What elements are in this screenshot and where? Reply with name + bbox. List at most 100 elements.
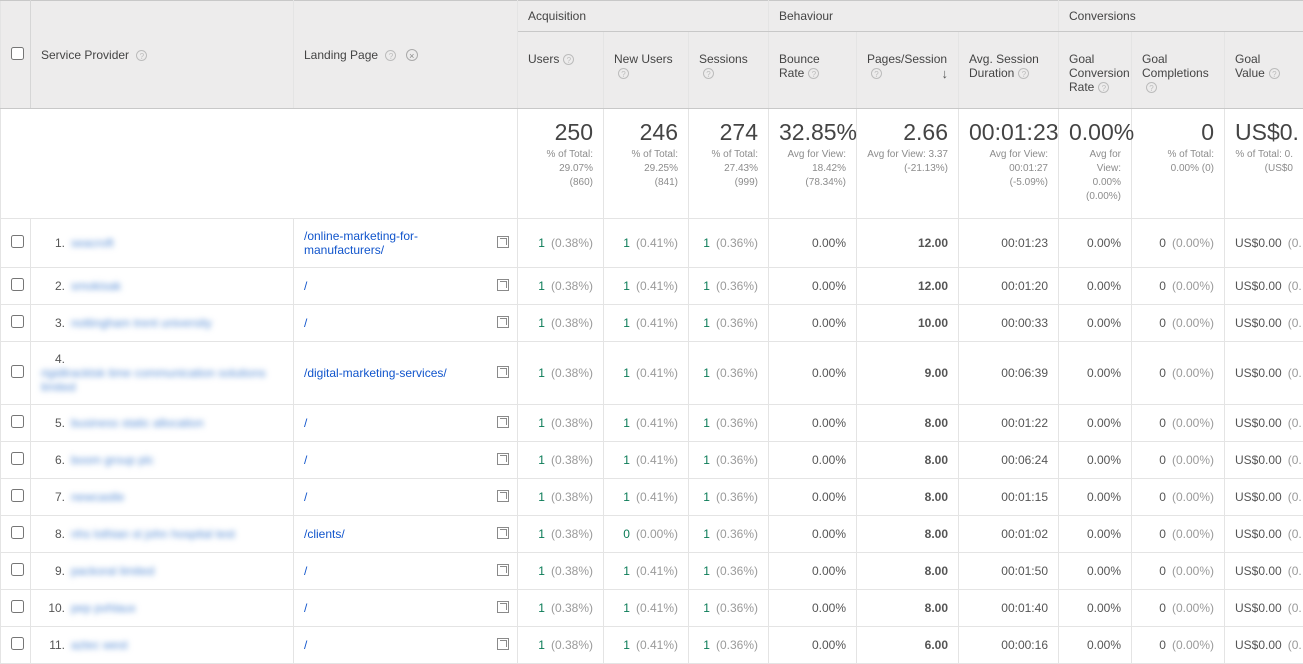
help-icon[interactable]: ?: [871, 68, 882, 79]
help-icon[interactable]: ?: [563, 54, 574, 65]
help-icon[interactable]: ?: [618, 68, 629, 79]
cell-sessions: 1: [703, 527, 710, 541]
landing-page-link[interactable]: /: [304, 638, 307, 652]
service-provider-link[interactable]: pep pvhlaux: [71, 601, 136, 615]
cell-bounce-rate: 0.00%: [812, 236, 846, 250]
open-external-icon[interactable]: [497, 316, 509, 331]
row-checkbox[interactable]: [11, 526, 24, 539]
cell-pages-session: 8.00: [925, 564, 948, 578]
open-external-icon[interactable]: [497, 490, 509, 505]
cell-users: 1: [538, 316, 545, 330]
cell-new-users: 1: [623, 279, 630, 293]
service-provider-link[interactable]: rigidtracktsk time communication solutio…: [41, 366, 283, 394]
landing-page-link[interactable]: /: [304, 316, 307, 330]
help-icon[interactable]: ?: [703, 68, 714, 79]
cell-goal-conversion-rate: 0.00%: [1087, 564, 1121, 578]
service-provider-link[interactable]: packoral limited: [71, 564, 154, 578]
service-provider-link[interactable]: smokisak: [71, 279, 121, 293]
open-external-icon[interactable]: [497, 638, 509, 653]
summary-goal-value: US$0.: [1235, 119, 1293, 146]
landing-page-link[interactable]: /: [304, 601, 307, 615]
row-checkbox[interactable]: [11, 489, 24, 502]
service-provider-link[interactable]: nottingham trent university: [71, 316, 212, 330]
open-external-icon[interactable]: [497, 236, 509, 251]
cell-goal-completions: 0: [1159, 527, 1166, 541]
open-external-icon[interactable]: [497, 416, 509, 431]
cell-pages-session: 8.00: [925, 527, 948, 541]
col-header-service-provider[interactable]: Service Provider: [41, 48, 129, 62]
landing-page-link[interactable]: /digital-marketing-services/: [304, 366, 447, 380]
cell-goal-value: US$0.00: [1235, 490, 1282, 504]
cell-sessions: 1: [703, 564, 710, 578]
cell-users: 1: [538, 564, 545, 578]
help-icon[interactable]: ?: [136, 50, 147, 61]
col-header-goal-value[interactable]: Goal Value?: [1225, 32, 1303, 109]
table-row: 11.aztec west/1(0.38%)1(0.41%)1(0.36%)0.…: [1, 627, 1303, 664]
row-checkbox[interactable]: [11, 278, 24, 291]
landing-page-link[interactable]: /: [304, 564, 307, 578]
analytics-table: Service Provider ? Landing Page ? × Acqu…: [0, 0, 1303, 664]
row-checkbox[interactable]: [11, 315, 24, 328]
cell-bounce-rate: 0.00%: [812, 601, 846, 615]
help-icon[interactable]: ?: [808, 68, 819, 79]
open-external-icon[interactable]: [497, 366, 509, 381]
col-header-goal-conversion-rate[interactable]: Goal Conversion Rate?: [1059, 32, 1132, 109]
remove-secondary-dimension-icon[interactable]: ×: [406, 49, 418, 61]
table-row: 3.nottingham trent university/1(0.38%)1(…: [1, 305, 1303, 342]
cell-pages-session: 8.00: [925, 601, 948, 615]
landing-page-link[interactable]: /: [304, 279, 307, 293]
col-header-sessions[interactable]: Sessions?: [689, 32, 769, 109]
row-index: 10.: [41, 601, 65, 615]
col-group-behaviour: Behaviour: [769, 1, 1059, 32]
open-external-icon[interactable]: [497, 453, 509, 468]
landing-page-link[interactable]: /: [304, 453, 307, 467]
row-checkbox[interactable]: [11, 452, 24, 465]
cell-new-users: 1: [623, 564, 630, 578]
row-checkbox[interactable]: [11, 415, 24, 428]
cell-users: 1: [538, 366, 545, 380]
cell-users: 1: [538, 416, 545, 430]
service-provider-link[interactable]: newcastle: [71, 490, 124, 504]
service-provider-link[interactable]: aztec west: [71, 638, 128, 652]
service-provider-link[interactable]: seacroft: [71, 236, 114, 250]
select-all-checkbox[interactable]: [11, 47, 24, 60]
col-header-users[interactable]: Users?: [518, 32, 604, 109]
row-index: 2.: [41, 279, 65, 293]
service-provider-link[interactable]: boom group plc: [71, 453, 154, 467]
open-external-icon[interactable]: [497, 564, 509, 579]
col-header-goal-completions[interactable]: Goal Completions?: [1132, 32, 1225, 109]
cell-goal-conversion-rate: 0.00%: [1087, 416, 1121, 430]
row-checkbox[interactable]: [11, 600, 24, 613]
cell-avg-session-duration: 00:01:22: [1001, 416, 1048, 430]
help-icon[interactable]: ?: [1018, 68, 1029, 79]
landing-page-link[interactable]: /: [304, 490, 307, 504]
service-provider-link[interactable]: business static allocation: [71, 416, 204, 430]
help-icon[interactable]: ?: [1098, 82, 1109, 93]
row-index: 4.: [41, 352, 65, 366]
open-external-icon[interactable]: [497, 527, 509, 542]
help-icon[interactable]: ?: [1269, 68, 1280, 79]
help-icon[interactable]: ?: [1146, 82, 1157, 93]
col-header-pages-session[interactable]: Pages/Session ↓ ?: [857, 32, 959, 109]
landing-page-link[interactable]: /clients/: [304, 527, 345, 541]
row-index: 9.: [41, 564, 65, 578]
row-checkbox[interactable]: [11, 563, 24, 576]
cell-bounce-rate: 0.00%: [812, 564, 846, 578]
col-header-bounce-rate[interactable]: Bounce Rate?: [769, 32, 857, 109]
open-external-icon[interactable]: [497, 601, 509, 616]
col-header-landing-page[interactable]: Landing Page: [304, 48, 378, 62]
landing-page-link[interactable]: /online-marketing-for-manufacturers/: [304, 229, 418, 257]
landing-page-link[interactable]: /: [304, 416, 307, 430]
row-checkbox[interactable]: [11, 365, 24, 378]
help-icon[interactable]: ?: [385, 50, 396, 61]
cell-avg-session-duration: 00:06:24: [1001, 453, 1048, 467]
col-header-new-users[interactable]: New Users?: [604, 32, 689, 109]
cell-new-users: 1: [623, 601, 630, 615]
service-provider-link[interactable]: nhs lothian st john hospital test: [71, 527, 235, 541]
row-checkbox[interactable]: [11, 235, 24, 248]
col-header-avg-session-duration[interactable]: Avg. Session Duration?: [959, 32, 1059, 109]
row-checkbox[interactable]: [11, 637, 24, 650]
cell-bounce-rate: 0.00%: [812, 279, 846, 293]
open-external-icon[interactable]: [497, 279, 509, 294]
cell-goal-value: US$0.00: [1235, 453, 1282, 467]
